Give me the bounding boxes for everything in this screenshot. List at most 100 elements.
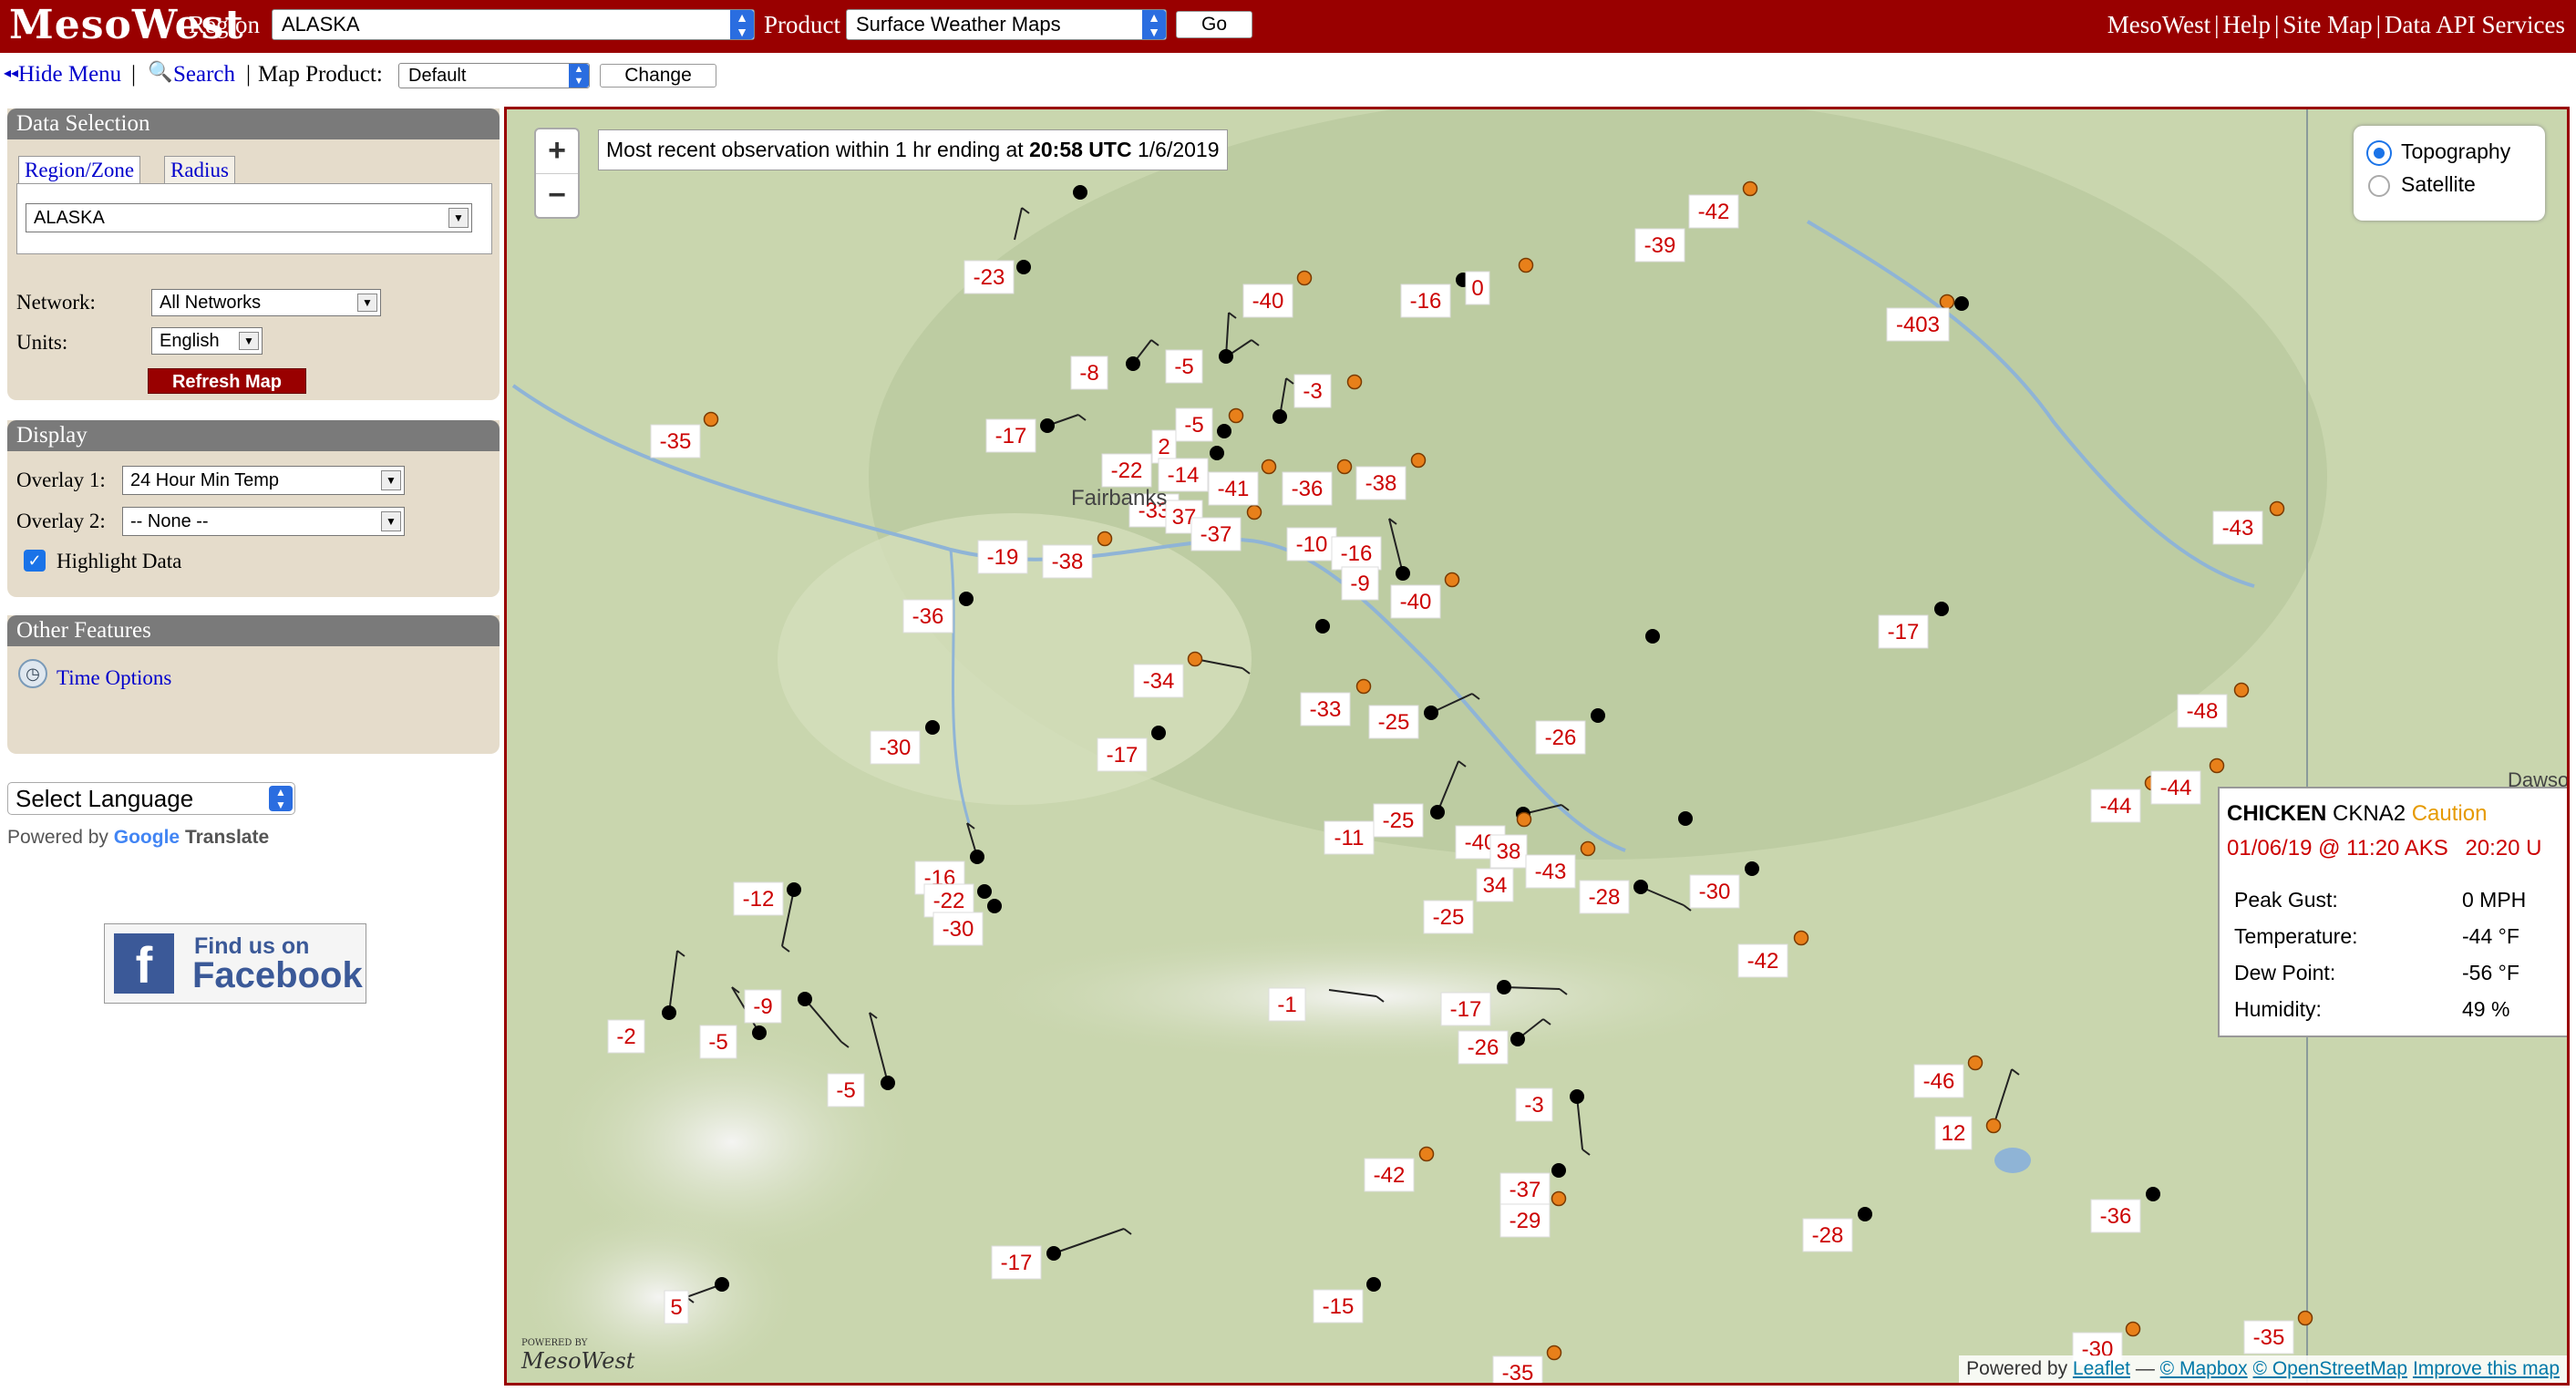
radio-selected-icon[interactable] [2368,141,2390,164]
temp-label[interactable]: -15 [1323,1294,1355,1319]
station-marker[interactable] [1315,619,1330,634]
temp-label[interactable]: -14 [1168,463,1200,488]
tab-radius[interactable]: Radius [164,156,235,185]
station-marker[interactable] [1430,805,1445,819]
temp-label[interactable]: -35 [1502,1361,1534,1386]
refresh-map-button[interactable]: Refresh Map [148,368,306,394]
search-icon[interactable]: 🔍 [148,60,172,84]
station-marker[interactable] [1551,1163,1566,1178]
station-marker-alert[interactable] [1187,651,1203,667]
temp-label[interactable]: -43 [1535,860,1567,884]
station-marker[interactable] [959,592,974,606]
station-marker-alert[interactable] [1793,930,1809,946]
mapbox-link[interactable]: © Mapbox [2160,1358,2248,1379]
temp-label[interactable]: -46 [1923,1069,1955,1094]
temp-label[interactable]: -9 [753,994,772,1019]
temp-label[interactable]: 2 [1158,435,1170,459]
temp-label[interactable]: -35 [660,429,692,454]
station-marker[interactable] [1954,296,1969,311]
overlay1-select[interactable]: 24 Hour Min Temp ▼ [122,466,405,495]
station-marker[interactable] [662,1005,676,1020]
temp-label[interactable]: -3 [1524,1093,1543,1118]
temp-label[interactable]: -19 [987,545,1019,570]
station-marker-alert[interactable] [2233,682,2250,698]
units-select[interactable]: English ▼ [151,327,263,355]
temp-label[interactable]: -36 [912,604,944,629]
temp-label[interactable]: -5 [1184,413,1203,438]
temp-label[interactable]: -35 [2253,1325,2285,1350]
temp-label[interactable]: 5 [670,1295,682,1320]
temp-label[interactable]: 0 [1471,276,1483,301]
station-marker-alert[interactable] [2125,1321,2141,1337]
station-marker[interactable] [1591,708,1605,723]
zoom-out-button[interactable]: − [536,174,578,219]
temp-label[interactable]: -10 [1296,532,1328,557]
temp-label[interactable]: -34 [1143,669,1175,694]
station-marker[interactable] [1073,185,1087,200]
temp-label[interactable]: -36 [2100,1204,2132,1229]
station-marker-alert[interactable] [1261,459,1277,475]
tab-region-zone[interactable]: Region/Zone [18,156,141,185]
temp-label[interactable]: -5 [836,1078,855,1103]
station-marker[interactable] [1570,1089,1584,1104]
temp-label[interactable]: -1 [1277,993,1296,1017]
temp-label[interactable]: -403 [1896,313,1940,337]
station-marker[interactable] [798,992,812,1006]
select-language-dropdown[interactable]: Select Language ▲ ▼ [7,782,295,815]
temp-label[interactable]: -33 [1310,697,1342,722]
temp-label[interactable]: -26 [1468,1036,1499,1060]
radio-icon[interactable] [2368,174,2390,197]
temp-label[interactable]: -42 [1374,1163,1406,1188]
station-marker-alert[interactable] [1410,452,1427,469]
go-button[interactable]: Go [1176,11,1252,38]
temp-label[interactable]: -17 [1450,997,1482,1022]
temp-label[interactable]: -26 [1545,726,1577,750]
station-marker-alert[interactable] [1228,407,1244,424]
station-marker[interactable] [987,899,1002,913]
station-marker[interactable] [752,1025,767,1040]
station-marker-alert[interactable] [1246,504,1262,520]
clock-icon[interactable]: ◷ [18,659,47,688]
station-marker-alert[interactable] [1985,1118,2002,1134]
station-marker[interactable] [2146,1187,2160,1201]
station-marker[interactable] [1217,424,1231,438]
station-marker[interactable] [1046,1246,1061,1261]
product-select[interactable]: Surface Weather Maps ▲ ▼ [846,9,1167,40]
station-marker-alert[interactable] [1518,257,1534,273]
station-marker[interactable] [1934,602,1949,616]
temp-label[interactable]: -44 [2100,794,2132,819]
temp-label[interactable]: -28 [1812,1223,1844,1248]
station-marker-alert[interactable] [1346,374,1363,390]
temp-label[interactable]: -39 [1644,233,1676,258]
zoom-in-button[interactable]: + [536,129,578,174]
station-marker[interactable] [1745,861,1759,876]
translate-text[interactable]: Translate [185,827,269,848]
map-canvas[interactable]: -23-40 -160-42-39-403-8 -5-3-35 -17 -52-22 -1… [507,109,2570,1386]
temp-label[interactable]: -11 [1334,826,1365,850]
region-zone-select[interactable]: ALASKA ▼ [26,203,472,232]
map-viewport[interactable]: -23 -40 -16 0 -42 -39 -403 -8 -5 -3 -35 -17 -5 2 -22 -1… [504,107,2570,1386]
station-marker-alert[interactable] [1097,531,1113,547]
temp-label[interactable]: -12 [743,887,775,912]
station-marker[interactable] [1633,880,1648,894]
temp-label[interactable]: -30 [880,736,912,760]
station-marker-alert[interactable] [1516,811,1532,828]
improve-map-link[interactable]: Improve this map [2413,1358,2560,1379]
link-site-map[interactable]: Site Map [2279,11,2375,38]
station-marker[interactable] [1219,349,1233,364]
temp-label[interactable]: -17 [1001,1251,1033,1275]
temp-label[interactable]: -38 [1365,471,1397,496]
station-marker[interactable] [1396,566,1410,581]
station-marker-alert[interactable] [1444,572,1460,588]
station-marker-alert[interactable] [1939,294,1955,310]
highlight-data-checkbox[interactable]: ✓ [24,550,46,572]
temp-label[interactable]: 38 [1497,840,1521,864]
station-marker-alert[interactable] [1355,678,1372,695]
temp-label[interactable]: -16 [1410,289,1442,314]
station-marker[interactable] [715,1277,729,1292]
station-marker[interactable] [1678,811,1693,826]
station-marker-alert[interactable] [1551,1190,1567,1207]
temp-label[interactable]: -16 [1341,541,1373,566]
temp-label[interactable]: -44 [2160,776,2192,800]
temp-label[interactable]: -17 [1107,743,1139,768]
